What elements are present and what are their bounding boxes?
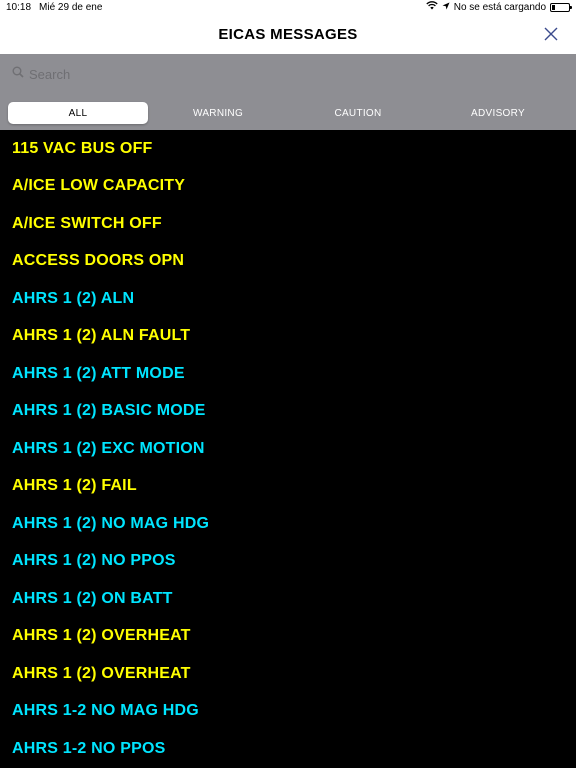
close-button[interactable] — [538, 21, 564, 47]
battery-level — [552, 4, 555, 10]
message-row[interactable]: ACCESS DOORS OPN — [0, 243, 576, 281]
search-area: ALL WARNING CAUTION ADVISORY — [0, 54, 576, 130]
search-field[interactable] — [8, 62, 568, 86]
message-row[interactable]: AHRS 1 (2) ATT MODE — [0, 355, 576, 393]
message-row[interactable]: AHRS 1 (2) FAIL — [0, 468, 576, 506]
page-title: EICAS MESSAGES — [218, 25, 358, 43]
status-bar-left: 10:18 Mié 29 de ene — [6, 2, 102, 13]
message-row[interactable]: AHRS 1 (2) NO MAG HDG — [0, 505, 576, 543]
message-row[interactable]: AHRS 1 (2) EXC MOTION — [0, 430, 576, 468]
status-date: Mié 29 de ene — [39, 1, 103, 13]
message-row[interactable]: 115 VAC BUS OFF — [0, 130, 576, 168]
message-row[interactable]: AHRS 1 (2) ALN — [0, 280, 576, 318]
location-arrow-icon — [442, 2, 450, 13]
battery-icon — [550, 2, 572, 12]
tab-caution[interactable]: CAUTION — [288, 102, 428, 124]
message-row[interactable]: AHRS 1 (2) BASIC MODE — [0, 393, 576, 431]
charging-status: No se está cargando — [453, 1, 546, 13]
status-bar: 10:18 Mié 29 de ene No se está cargando — [0, 0, 576, 14]
message-row[interactable]: AHRS 1 (2) ON BATT — [0, 580, 576, 618]
message-row[interactable]: AHRS 1-2 NO PPOS — [0, 730, 576, 768]
tab-warning[interactable]: WARNING — [148, 102, 288, 124]
search-icon — [12, 65, 24, 83]
message-row[interactable]: AHRS 1 (2) OVERHEAT — [0, 618, 576, 656]
navigation-bar: EICAS MESSAGES — [0, 14, 576, 54]
message-row[interactable]: AHRS 1-2 NO MAG HDG — [0, 693, 576, 731]
message-row[interactable]: AHRS 1 (2) NO PPOS — [0, 543, 576, 581]
message-row[interactable]: A/ICE LOW CAPACITY — [0, 168, 576, 206]
tab-advisory[interactable]: ADVISORY — [428, 102, 568, 124]
tab-all[interactable]: ALL — [8, 102, 148, 124]
wifi-icon — [426, 1, 438, 13]
message-row[interactable]: AHRS 1 (2) ALN FAULT — [0, 318, 576, 356]
search-input[interactable] — [29, 66, 529, 82]
category-segmented-control: ALL WARNING CAUTION ADVISORY — [8, 101, 568, 125]
close-icon — [544, 27, 558, 41]
message-list: 115 VAC BUS OFF A/ICE LOW CAPACITY A/ICE… — [0, 130, 576, 768]
message-row[interactable]: A/ICE SWITCH OFF — [0, 205, 576, 243]
status-time: 10:18 — [6, 1, 32, 13]
status-bar-right: No se está cargando — [426, 1, 572, 13]
message-row[interactable]: AHRS 1 (2) OVERHEAT — [0, 655, 576, 693]
